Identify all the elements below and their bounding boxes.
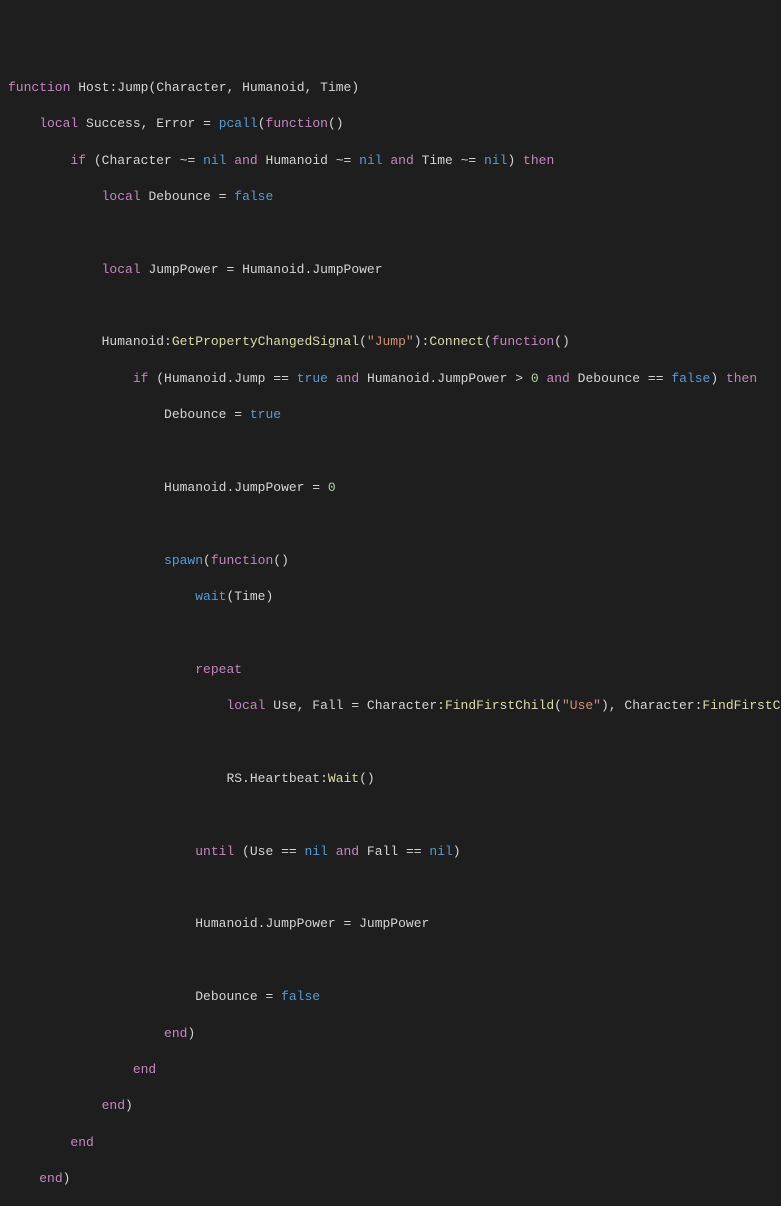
- code-line: [8, 297, 773, 315]
- code-line: local JumpPower = Humanoid.JumpPower: [8, 261, 773, 279]
- code-line: end: [8, 1061, 773, 1079]
- code-line: end): [8, 1025, 773, 1043]
- code-line: RS.Heartbeat:Wait(): [8, 770, 773, 788]
- code-line: end: [8, 1134, 773, 1152]
- code-line: [8, 952, 773, 970]
- code-line: local Success, Error = pcall(function(): [8, 115, 773, 133]
- code-line: repeat: [8, 661, 773, 679]
- code-line: wait(Time): [8, 588, 773, 606]
- code-line: [8, 624, 773, 642]
- code-line: Humanoid.JumpPower = 0: [8, 479, 773, 497]
- code-line: Debounce = false: [8, 988, 773, 1006]
- code-line: local Use, Fall = Character:FindFirstChi…: [8, 697, 773, 715]
- code-line: if (Character ~= nil and Humanoid ~= nil…: [8, 152, 773, 170]
- code-line: Humanoid:GetPropertyChangedSignal("Jump"…: [8, 333, 773, 351]
- code-line: [8, 515, 773, 533]
- code-line: [8, 734, 773, 752]
- code-line: spawn(function(): [8, 552, 773, 570]
- code-line: until (Use == nil and Fall == nil): [8, 843, 773, 861]
- code-line: [8, 224, 773, 242]
- code-line: end): [8, 1097, 773, 1115]
- code-line: local Debounce = false: [8, 188, 773, 206]
- code-line: if (Humanoid.Jump == true and Humanoid.J…: [8, 370, 773, 388]
- code-line: [8, 443, 773, 461]
- code-editor[interactable]: function Host:Jump(Character, Humanoid, …: [8, 79, 773, 1206]
- code-line: Debounce = true: [8, 406, 773, 424]
- code-line: function Host:Jump(Character, Humanoid, …: [8, 79, 773, 97]
- code-line: [8, 879, 773, 897]
- code-line: end): [8, 1170, 773, 1188]
- code-line: [8, 806, 773, 824]
- code-line: Humanoid.JumpPower = JumpPower: [8, 915, 773, 933]
